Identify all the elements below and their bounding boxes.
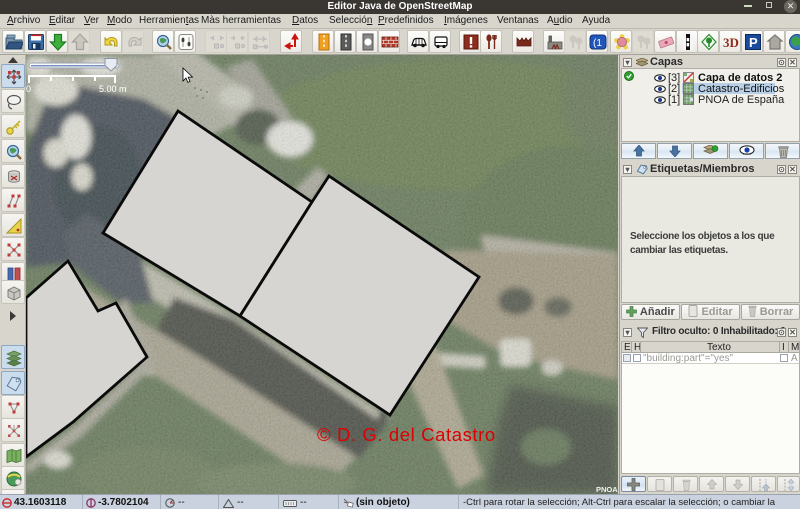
svg-text:PNOA: PNOA: [596, 485, 618, 494]
svg-text:5.00 m: 5.00 m: [99, 84, 127, 94]
svg-text:© D. G. del Catastro: © D. G. del Catastro: [317, 424, 496, 445]
svg-text:(1: (1: [593, 38, 602, 49]
svg-text:P: P: [749, 35, 758, 50]
svg-text:0: 0: [26, 84, 31, 94]
svg-text:3D: 3D: [723, 35, 739, 50]
